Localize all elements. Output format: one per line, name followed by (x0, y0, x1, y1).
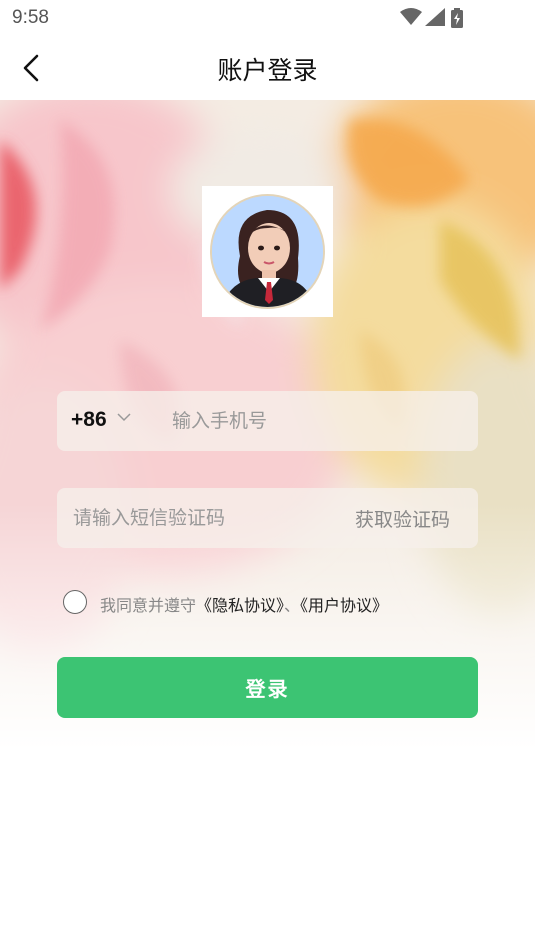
agreement-separator: 、 (284, 596, 301, 615)
country-code-selector[interactable]: +86 (71, 408, 107, 432)
nav-bar: 账户登录 (0, 36, 535, 100)
signal-icon (425, 8, 445, 26)
login-content: +86 获取验证码 我同意并遵守《隐私协议》、《用户协议》 登录 (0, 0, 535, 951)
status-bar: 9:58 (0, 0, 535, 36)
login-button[interactable]: 登录 (57, 657, 478, 718)
sms-code-field: 获取验证码 (57, 488, 478, 548)
user-agreement-link[interactable]: 《用户协议》 (300, 596, 388, 615)
avatar (212, 196, 323, 307)
status-time: 9:58 (12, 7, 49, 28)
page-title: 账户登录 (217, 56, 318, 85)
agreement-prefix: 我同意并遵守 (100, 596, 197, 615)
agreement-text: 我同意并遵守《隐私协议》、《用户协议》 (100, 592, 388, 616)
sms-code-input[interactable] (73, 505, 323, 531)
battery-icon (451, 8, 463, 28)
chevron-down-icon[interactable] (117, 413, 131, 422)
avatar-illustration (212, 196, 323, 307)
wifi-icon (400, 8, 422, 25)
privacy-policy-link[interactable]: 《隐私协议》 (196, 596, 284, 615)
get-code-button[interactable]: 获取验证码 (355, 505, 450, 532)
agreement-checkbox[interactable] (63, 590, 87, 614)
avatar-frame (202, 186, 333, 317)
phone-input[interactable] (172, 408, 462, 434)
phone-field: +86 (57, 391, 478, 451)
